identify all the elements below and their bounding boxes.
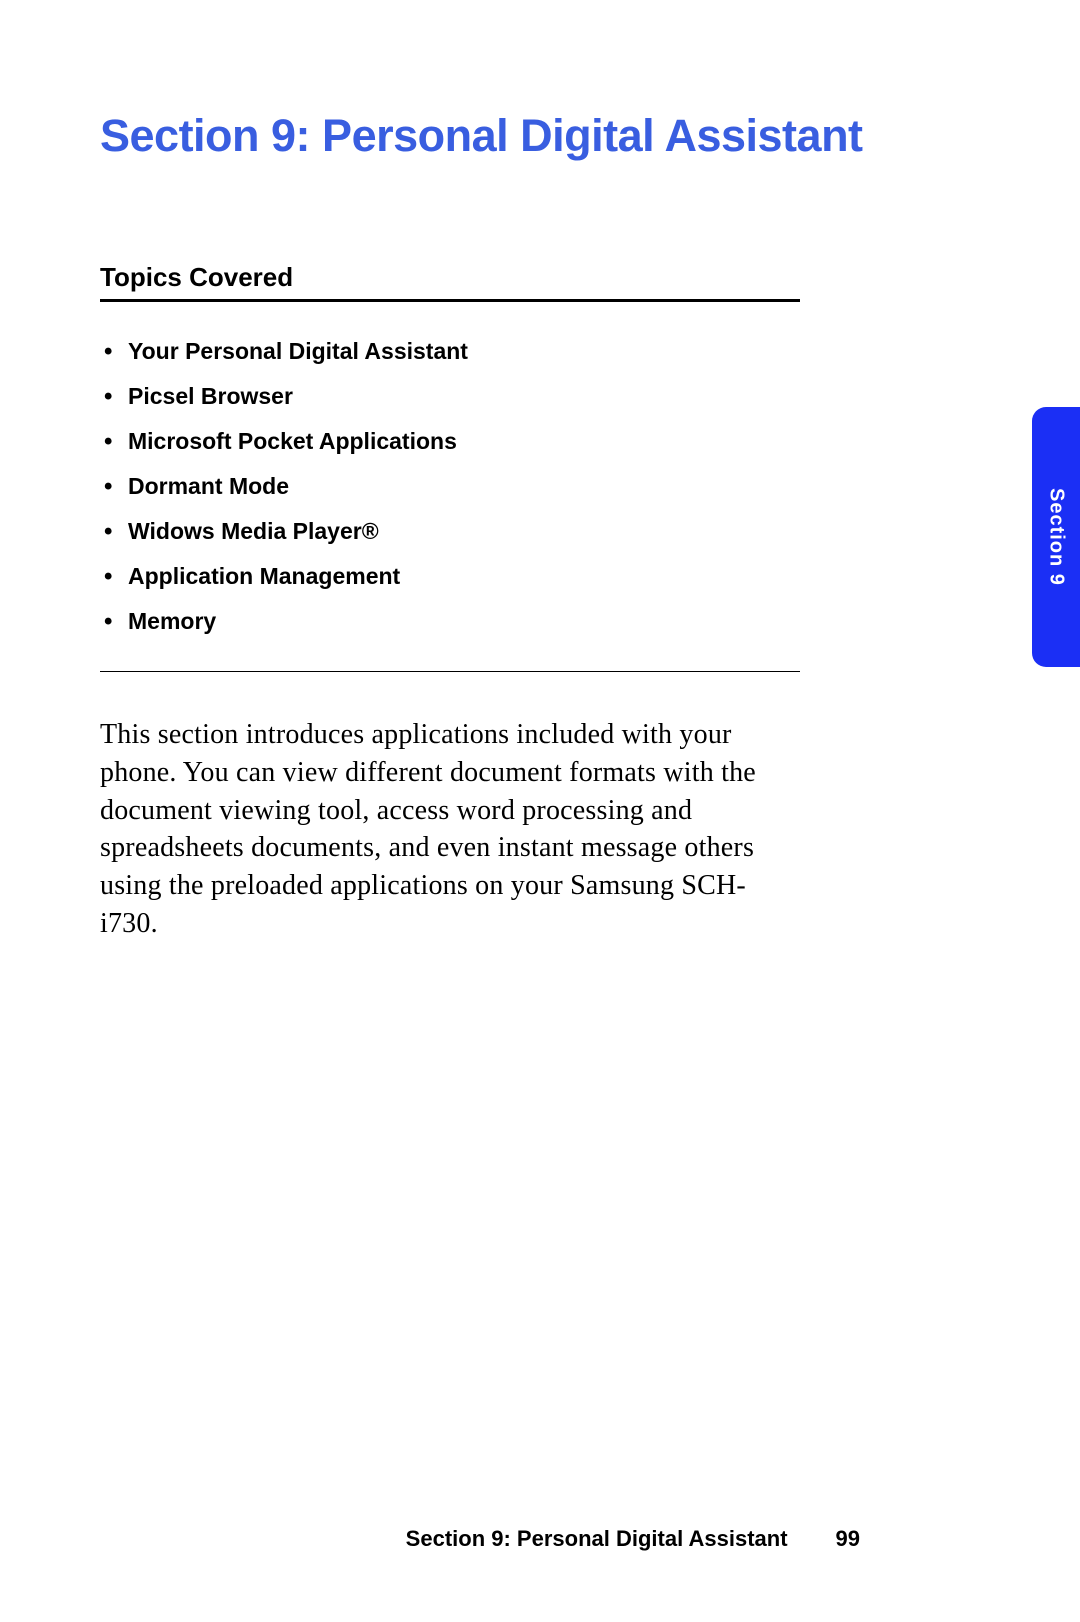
section-tab-label: Section 9	[1045, 488, 1068, 586]
list-item: Widows Media Player®	[104, 518, 980, 545]
divider-thin	[100, 671, 800, 672]
list-item: Microsoft Pocket Applications	[104, 428, 980, 455]
list-item: Memory	[104, 608, 980, 635]
document-page: Section 9: Personal Digital Assistant To…	[0, 0, 1080, 1622]
list-item: Application Management	[104, 563, 980, 590]
list-item: Your Personal Digital Assistant	[104, 338, 980, 365]
topics-list: Your Personal Digital Assistant Picsel B…	[100, 338, 980, 635]
body-paragraph: This section introduces applications inc…	[100, 716, 800, 943]
list-item: Dormant Mode	[104, 473, 980, 500]
footer-title: Section 9: Personal Digital Assistant	[406, 1526, 788, 1552]
list-item: Picsel Browser	[104, 383, 980, 410]
divider-thick	[100, 299, 800, 302]
topics-covered-heading: Topics Covered	[100, 262, 980, 293]
section-title: Section 9: Personal Digital Assistant	[100, 110, 980, 162]
footer-page-number: 99	[836, 1526, 860, 1552]
page-footer: Section 9: Personal Digital Assistant 99	[100, 1526, 860, 1552]
section-tab: Section 9	[1032, 407, 1080, 667]
